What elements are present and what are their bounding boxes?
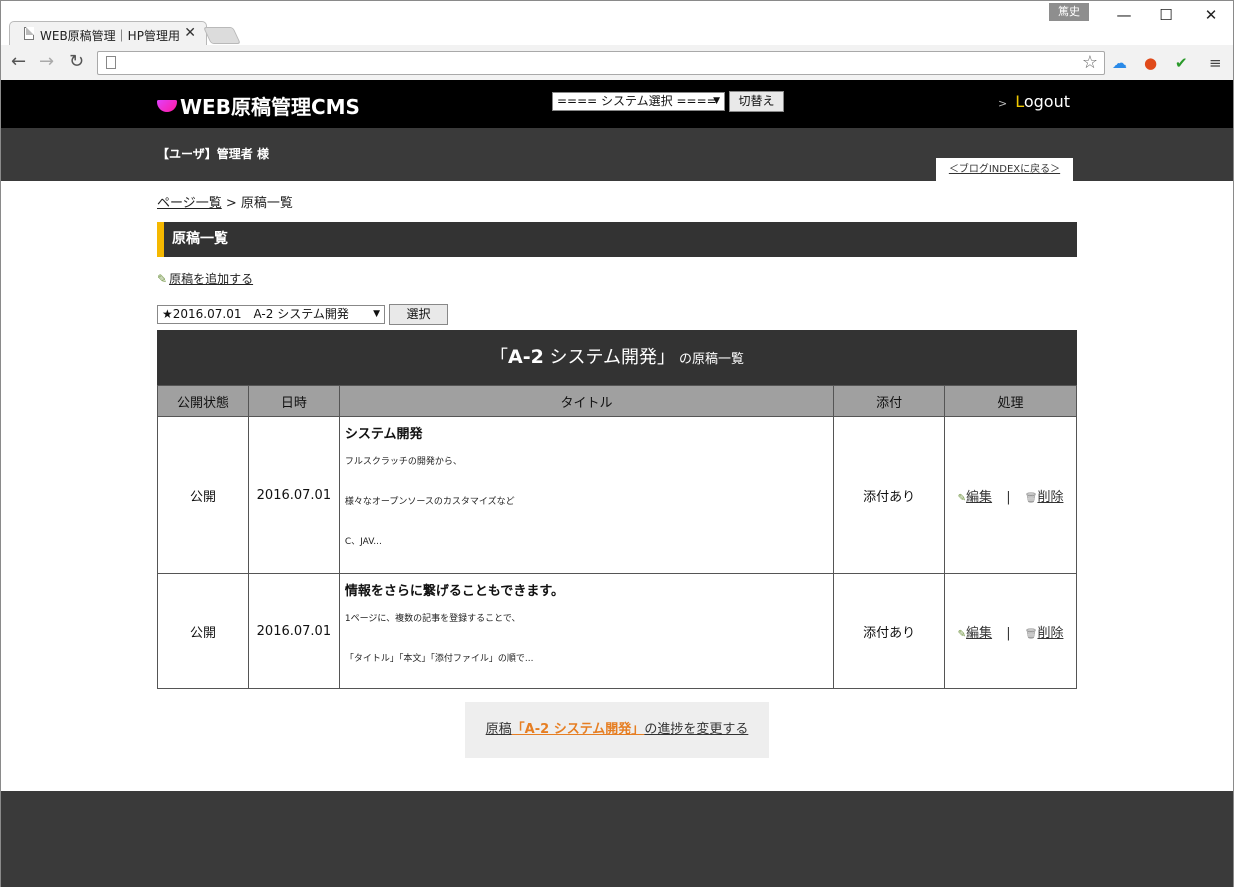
- progress-prefix: 原稿: [485, 722, 512, 737]
- select-button[interactable]: 選択: [389, 304, 448, 325]
- user-label: 【ユーザ】管理者 様: [157, 147, 269, 161]
- logo-text: WEB原稿管理CMS: [180, 95, 360, 119]
- table-header-row: 公開状態 日時 タイトル 添付 処理: [157, 385, 1077, 417]
- chevron-down-icon: ▼: [713, 96, 720, 106]
- list-heading-suffix: の原稿一覧: [678, 352, 744, 367]
- site-logo[interactable]: WEB原稿管理CMS: [157, 91, 360, 120]
- add-draft-link[interactable]: ✎ 原稿を追加する: [157, 270, 253, 287]
- post-excerpt-line: 「タイトル」「本文」「添付ファイル」の順で...: [344, 654, 534, 664]
- site-header: WEB原稿管理CMS ==== システム選択 ==== ▼ 切替え > Logou…: [1, 80, 1233, 128]
- trash-icon: 🗑: [1024, 492, 1038, 504]
- new-tab-button[interactable]: [203, 27, 241, 44]
- title-cell: 情報をさらに繋げることもできます。 1ページに、複数の記事を登録することで、 「…: [338, 573, 835, 689]
- menu-icon[interactable]: ≡: [1209, 54, 1222, 72]
- column-header-date: 日時: [247, 385, 340, 417]
- logout-link[interactable]: > Logout: [998, 92, 1070, 111]
- column-header-title: タイトル: [338, 385, 835, 417]
- drafts-table: 公開状態 日時 タイトル 添付 処理 公開 2016.07.01 システム開発 …: [157, 385, 1077, 689]
- progress-suffix: の進捗を変更する: [644, 722, 749, 737]
- table-row: 公開 2016.07.01 システム開発 フルスクラッチの開発から、 様々なオー…: [157, 416, 1077, 574]
- browser-toolbar: ← → ↻ ☆ ☁ ● ✔ ≡: [1, 45, 1233, 81]
- system-select-value: ==== システム選択 ====: [557, 94, 717, 108]
- site-footer: [1, 791, 1233, 887]
- chevron-down-icon: ▼: [373, 309, 380, 319]
- action-separator: |: [1006, 489, 1011, 505]
- back-icon[interactable]: ←: [11, 51, 26, 72]
- breadcrumb-separator: >: [221, 196, 241, 211]
- date-select[interactable]: ★2016.07.01 A-2 システム開発 ▼: [157, 305, 385, 324]
- logout-label: ogout: [1023, 92, 1071, 111]
- attachment-cell: 添付あり: [833, 573, 946, 689]
- reload-icon[interactable]: ↻: [69, 51, 84, 72]
- logo-icon: [157, 99, 177, 112]
- profile-button[interactable]: 篤史: [1049, 3, 1089, 21]
- address-bar[interactable]: ☆: [97, 51, 1105, 75]
- logout-initial: L: [1015, 92, 1024, 111]
- attachment-cell: 添付あり: [833, 416, 946, 574]
- maximize-icon[interactable]: ☐: [1151, 5, 1181, 25]
- user-bar: 【ユーザ】管理者 様 ＜ブログINDEXに戻る＞: [1, 128, 1233, 181]
- delete-link[interactable]: 削除: [1037, 490, 1063, 505]
- browser-chrome: WEB原稿管理｜HP管理用 ✕ 篤史 — ☐ ✕ ← → ↻ ☆ ☁ ● ✔ ≡: [0, 0, 1234, 81]
- post-excerpt-line: フルスクラッチの開発から、: [344, 457, 462, 467]
- list-heading-name: A-2: [507, 346, 544, 368]
- section-title: 原稿一覧: [157, 222, 1077, 257]
- forward-icon[interactable]: →: [39, 51, 54, 72]
- window-close-icon[interactable]: ✕: [1196, 5, 1226, 25]
- breadcrumb-page-list[interactable]: ページ一覧: [157, 196, 222, 211]
- switch-button[interactable]: 切替え: [729, 91, 784, 112]
- date-cell: 2016.07.01: [247, 416, 340, 574]
- tab-strip: WEB原稿管理｜HP管理用 ✕ 篤史 — ☐ ✕: [1, 1, 1233, 46]
- column-header-status: 公開状態: [157, 385, 249, 417]
- pencil-icon: ✎: [957, 492, 967, 504]
- delete-link[interactable]: 削除: [1037, 626, 1063, 641]
- list-heading-name-rest: システム開発: [543, 347, 657, 368]
- blog-index-link[interactable]: ＜ブログINDEXに戻る＞: [936, 158, 1073, 181]
- cloud-extension-icon[interactable]: ☁: [1112, 54, 1127, 72]
- edit-link[interactable]: 編集: [966, 626, 992, 641]
- post-excerpt-line: 様々なオープンソースのカスタマイズなど: [344, 497, 515, 507]
- actions-cell: ✎編集 | 🗑削除: [944, 573, 1077, 689]
- add-draft-label: 原稿を追加する: [169, 272, 254, 286]
- tab-title: WEB原稿管理｜HP管理用: [40, 29, 180, 43]
- page-icon: [24, 27, 34, 40]
- post-excerpt-line: 1ページに、複数の記事を登録することで、: [344, 614, 521, 624]
- post-title: システム開発: [344, 427, 423, 442]
- list-heading-open-quote: 「: [489, 347, 508, 368]
- w3c-validator-icon[interactable]: ✔: [1175, 54, 1188, 72]
- window-border-left: [0, 80, 1, 887]
- edit-link[interactable]: 編集: [966, 490, 992, 505]
- title-cell: システム開発 フルスクラッチの開発から、 様々なオープンソースのカスタマイズなど…: [338, 416, 835, 574]
- page-info-icon: [106, 56, 116, 69]
- status-cell: 公開: [157, 573, 249, 689]
- list-heading: 「A-2 システム開発」 の原稿一覧: [157, 330, 1077, 385]
- colorpicker-extension-icon[interactable]: ●: [1144, 54, 1157, 72]
- pencil-icon: ✎: [957, 628, 967, 640]
- system-select[interactable]: ==== システム選択 ==== ▼: [552, 92, 725, 111]
- close-tab-icon[interactable]: ✕: [184, 25, 196, 41]
- bookmark-star-icon[interactable]: ☆: [1082, 52, 1098, 73]
- chevron-right-icon: >: [998, 97, 1008, 110]
- change-progress-button[interactable]: 原稿「A-2 システム開発」の進捗を変更する: [465, 702, 769, 758]
- post-excerpt-line: C、JAV...: [344, 537, 382, 547]
- status-cell: 公開: [157, 416, 249, 574]
- minimize-icon[interactable]: —: [1109, 5, 1139, 25]
- date-select-value: ★2016.07.01 A-2 システム開発: [162, 307, 349, 321]
- breadcrumb-current: 原稿一覧: [240, 196, 293, 211]
- browser-tab[interactable]: WEB原稿管理｜HP管理用 ✕: [9, 21, 207, 46]
- table-row: 公開 2016.07.01 情報をさらに繋げることもできます。 1ページに、複数…: [157, 573, 1077, 689]
- column-header-attachment: 添付: [833, 385, 946, 417]
- breadcrumb: ページ一覧 > 原稿一覧: [157, 192, 293, 211]
- column-header-actions: 処理: [944, 385, 1077, 417]
- date-cell: 2016.07.01: [247, 573, 340, 689]
- trash-icon: 🗑: [1024, 628, 1038, 640]
- progress-highlight: 「A-2 システム開発」: [511, 722, 645, 737]
- post-title: 情報をさらに繋げることもできます。: [344, 584, 565, 599]
- list-heading-close-quote: 」: [656, 347, 675, 368]
- pencil-icon: ✎: [157, 272, 168, 286]
- action-separator: |: [1006, 625, 1011, 641]
- actions-cell: ✎編集 | 🗑削除: [944, 416, 1077, 574]
